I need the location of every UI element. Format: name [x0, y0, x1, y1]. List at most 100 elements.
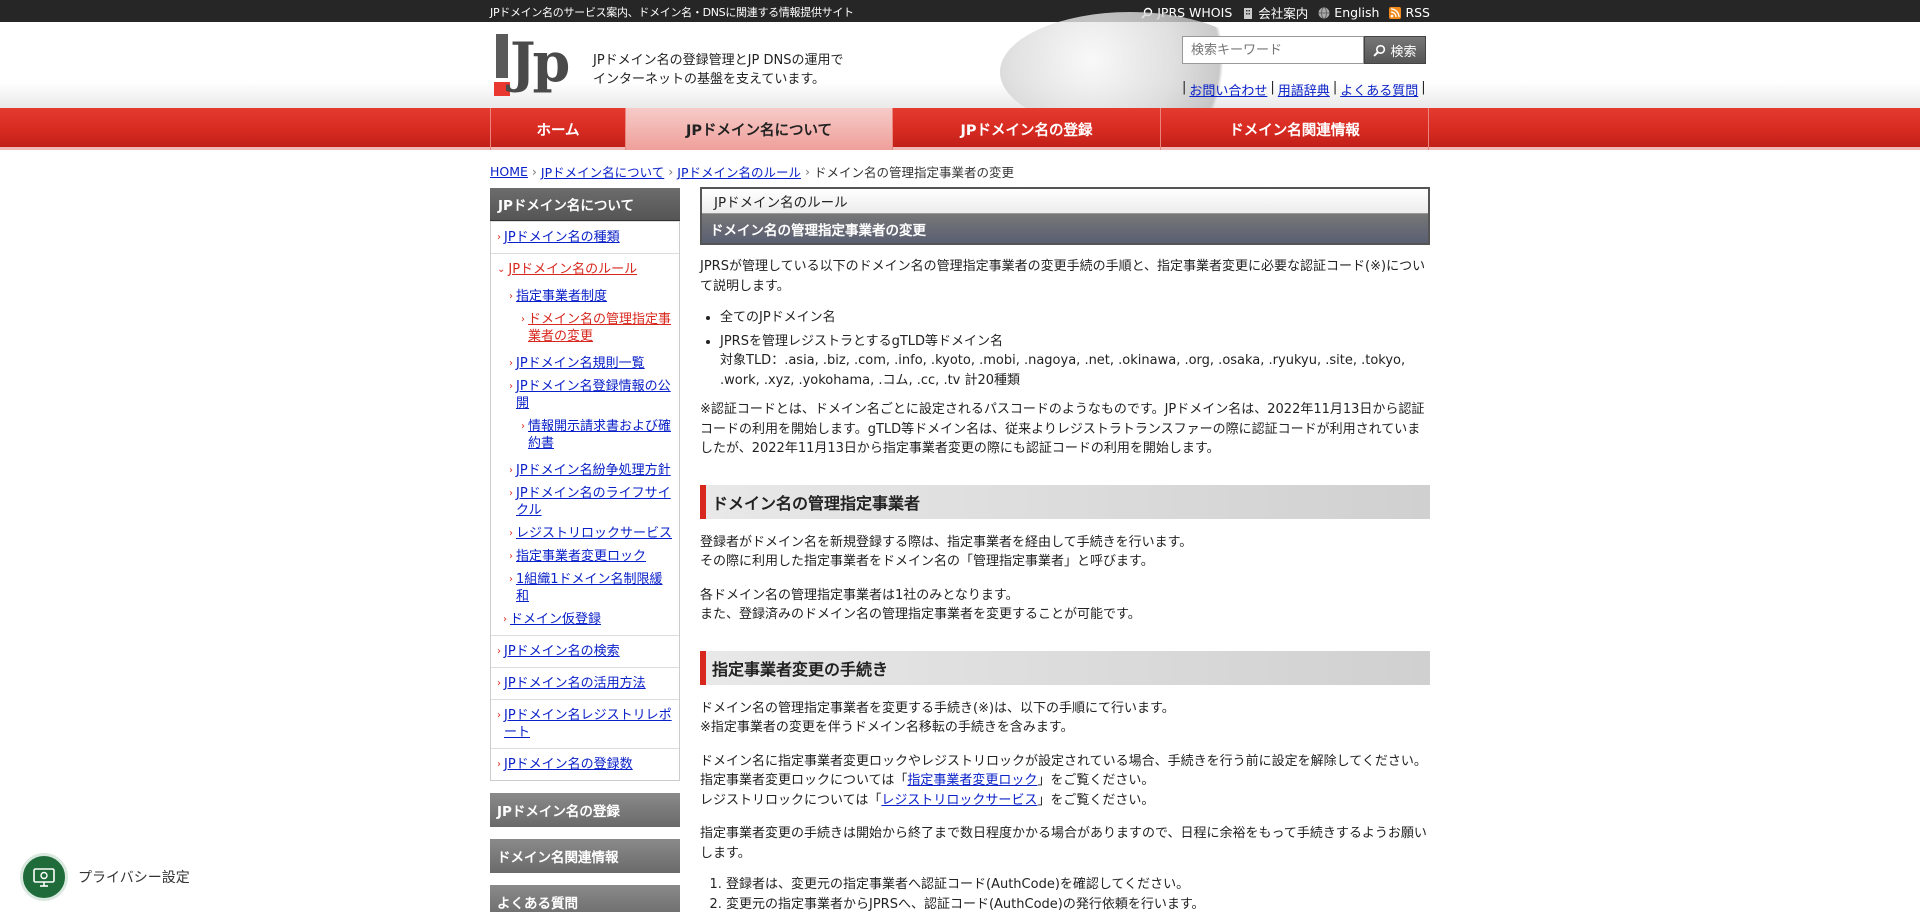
sidebar-heading-related[interactable]: ドメイン名関連情報 — [490, 839, 680, 873]
chevron-right-icon: › — [497, 646, 501, 657]
transfer-lock-link[interactable]: 指定事業者変更ロック — [907, 773, 1037, 788]
top-strip: JPドメイン名のサービス案内、ドメイン名・DNSに関連する情報提供サイト JPR… — [0, 0, 1920, 22]
list-item: 変更元の指定事業者からJPRSへ、認証コード(AuthCode)の発行依頼を行い… — [726, 895, 1430, 912]
sidebar-item-provisional[interactable]: › ドメイン仮登録 — [491, 608, 679, 631]
text-line: レジストリロックについては「 — [700, 792, 882, 808]
sidebar-item-label[interactable]: JPドメイン名登録情報の公開 — [516, 378, 673, 412]
company-link[interactable]: 会社案内 — [1242, 3, 1308, 22]
sidebar-item-relax[interactable]: › 1組織1ドメイン名制限緩和 — [491, 568, 679, 608]
breadcrumb-rules[interactable]: JPドメイン名のルール — [677, 162, 801, 181]
sidebar-item-label[interactable]: JPドメイン名の種類 — [504, 229, 620, 246]
chevron-right-icon: › — [497, 710, 501, 721]
sidebar-heading-register[interactable]: JPドメイン名の登録 — [490, 793, 680, 827]
sidebar-item-label[interactable]: JPドメイン名の登録数 — [504, 756, 633, 773]
section2-para1: ドメイン名の管理指定事業者を変更する手続き(※)は、以下の手順にて行います。 ※… — [700, 699, 1430, 738]
glossary-link[interactable]: 用語辞典 — [1278, 80, 1330, 99]
building-icon — [1244, 7, 1253, 19]
nav-tab-register[interactable]: JPドメイン名の登録 — [893, 108, 1161, 150]
text-line: ※指定事業者の変更を伴うドメイン名移転の手続きを含みます。 — [700, 720, 1074, 735]
text-line: ドメイン名の管理指定事業者を変更する手続き(※)は、以下の手順にて行います。 — [700, 700, 1175, 716]
sidebar-item-registry-lock[interactable]: › レジストリロックサービス — [491, 522, 679, 545]
text-line: また、登録済みのドメイン名の管理指定事業者を変更することが可能です。 — [700, 607, 1141, 622]
sidebar-item-label[interactable]: 1組織1ドメイン名制限緩和 — [516, 571, 673, 605]
breadcrumb-about[interactable]: JPドメイン名について — [541, 162, 664, 181]
chevron-right-icon: › — [509, 358, 513, 369]
sidebar-item-reg-info[interactable]: › JPドメイン名登録情報の公開 — [491, 375, 679, 415]
sidebar-item-transfer-lock[interactable]: › 指定事業者変更ロック — [491, 545, 679, 568]
logo-dot — [494, 82, 510, 96]
english-link-label: English — [1334, 5, 1380, 20]
page-title: ドメイン名の管理指定事業者の変更 — [702, 214, 1428, 243]
sidebar-item-dispute[interactable]: › JPドメイン名紛争処理方針 — [491, 455, 679, 482]
sidebar-item-report[interactable]: › JPドメイン名レジストリレポート — [491, 699, 679, 748]
breadcrumb: HOME › JPドメイン名について › JPドメイン名のルール › ドメイン名… — [490, 162, 1014, 181]
logo-text: Jp — [510, 30, 570, 94]
sidebar-item-label[interactable]: ドメイン名の管理指定事業者の変更 — [528, 311, 673, 345]
registry-lock-link[interactable]: レジストリロックサービス — [881, 793, 1037, 808]
contact-link[interactable]: お問い合わせ — [1189, 80, 1267, 99]
list-item: 登録者は、変更元の指定事業者へ認証コード(AuthCode)を確認してください。 — [726, 875, 1430, 895]
sidebar-item-label[interactable]: 指定事業者変更ロック — [516, 548, 646, 565]
sidebar-item-label[interactable]: ドメイン仮登録 — [510, 611, 601, 628]
text-line: ドメイン名に指定事業者変更ロックやレジストリロックが設定されている場合、手続きを… — [700, 753, 1427, 769]
text-line: その際に利用した指定事業者をドメイン名の「管理指定事業者」と呼びます。 — [700, 554, 1154, 569]
site-tagline: JPドメイン名のサービス案内、ドメイン名・DNSに関連する情報提供サイト — [490, 6, 854, 19]
logo-bar — [496, 34, 508, 78]
sidebar-item-lifecycle[interactable]: › JPドメイン名のライフサイクル — [491, 482, 679, 522]
sidebar-item-designated[interactable]: › 指定事業者制度 — [491, 285, 679, 308]
sidebar-item-usage[interactable]: › JPドメイン名の活用方法 — [491, 667, 679, 699]
breadcrumb-chevron-icon: › — [668, 164, 674, 179]
sidebar-item-disclosure[interactable]: › 情報開示請求書および確約書 — [491, 415, 679, 455]
sidebar-menu: › JPドメイン名の種類 ⌄ JPドメイン名のルール › 指定事業者制度 › ドメイン名… — [490, 221, 680, 781]
sidebar-item-label[interactable]: レジストリロックサービス — [516, 525, 672, 542]
chevron-right-icon: › — [497, 759, 501, 770]
breadcrumb-home[interactable]: HOME — [490, 164, 528, 179]
english-link[interactable]: English — [1318, 3, 1379, 22]
sidebar-item-label[interactable]: JPドメイン名の活用方法 — [504, 675, 646, 692]
text-line: 登録者がドメイン名を新規登録する際は、指定事業者を経由して手続きを行います。 — [700, 534, 1193, 550]
sidebar-item-label[interactable]: JPドメイン名紛争処理方針 — [516, 462, 671, 479]
sidebar-item-label[interactable]: JPドメイン名レジストリレポート — [504, 707, 673, 741]
slogan-line-2: インターネットの基盤を支えています。 — [593, 72, 826, 87]
sidebar-item-label[interactable]: JPドメイン名規則一覧 — [516, 355, 645, 372]
search-button[interactable]: 検索 — [1364, 36, 1426, 64]
chevron-down-icon: ⌄ — [497, 264, 506, 275]
sidebar-item-label[interactable]: JPドメイン名の検索 — [504, 643, 620, 660]
nav-tab-related[interactable]: ドメイン名関連情報 — [1161, 108, 1429, 150]
sidebar-item-count[interactable]: › JPドメイン名の登録数 — [491, 748, 679, 780]
chevron-right-icon: › — [509, 528, 513, 539]
list-item: JPRSを管理レジストラとするgTLD等ドメイン名 対象TLD：.asia, .… — [720, 332, 1430, 391]
sidebar-item-rules[interactable]: ⌄ JPドメイン名のルール — [491, 253, 679, 285]
step-text: 登録者は、変更元の指定事業者へ認証コード(AuthCode)を確認してください。 — [726, 877, 1190, 892]
sidebar-item-rules-list[interactable]: › JPドメイン名規則一覧 — [491, 348, 679, 375]
sidebar-item-label[interactable]: JPドメイン名のライフサイクル — [516, 485, 673, 519]
sidebar-item-change[interactable]: › ドメイン名の管理指定事業者の変更 — [491, 308, 679, 348]
text-line: 各ドメイン名の管理指定事業者は1社のみとなります。 — [700, 587, 1019, 603]
sidebar-item-label[interactable]: 情報開示請求書および確約書 — [528, 418, 673, 452]
target-domain-list: 全てのJPドメイン名 JPRSを管理レジストラとするgTLD等ドメイン名 対象T… — [700, 308, 1430, 390]
site-header — [0, 12, 1920, 132]
text-line: 」をご覧ください。 — [1037, 792, 1155, 808]
rss-link[interactable]: RSS — [1389, 3, 1430, 22]
chevron-right-icon: › — [509, 488, 513, 499]
privacy-settings[interactable]: プライバシー設定 — [20, 853, 190, 901]
sidebar-heading[interactable]: JPドメイン名について — [490, 188, 680, 221]
sidebar-heading-faq[interactable]: よくある質問 — [490, 885, 680, 912]
faq-link[interactable]: よくある質問 — [1340, 80, 1418, 99]
text-line: 指定事業者変更ロックについては「 — [700, 773, 908, 788]
chevron-right-icon: › — [503, 614, 507, 625]
sidebar: JPドメイン名について › JPドメイン名の種類 ⌄ JPドメイン名のルール › 指定… — [490, 188, 680, 912]
sidebar-item-types[interactable]: › JPドメイン名の種類 — [491, 221, 679, 253]
search-input[interactable] — [1182, 36, 1364, 64]
jprs-logo[interactable]: Jp — [494, 30, 574, 96]
sidebar-item-label[interactable]: 指定事業者制度 — [516, 288, 607, 305]
sidebar-item-search[interactable]: › JPドメイン名の検索 — [491, 635, 679, 667]
section2-para3: 指定事業者変更の手続きは開始から終了まで数日程度かかる場合がありますので、日程に… — [700, 826, 1427, 861]
monitor-gear-icon — [33, 868, 55, 887]
rss-link-label: RSS — [1405, 5, 1430, 20]
nav-tab-about[interactable]: JPドメイン名について — [626, 108, 893, 150]
authcode-note: ※認証コードとは、ドメイン名ごとに設定されるパスコードのようなものです。JPドメ… — [700, 402, 1425, 456]
nav-tab-home[interactable]: ホーム — [490, 108, 626, 150]
section2-para2: ドメイン名に指定事業者変更ロックやレジストリロックが設定されている場合、手続きを… — [700, 752, 1430, 811]
sidebar-item-label[interactable]: JPドメイン名のルール — [508, 261, 637, 278]
